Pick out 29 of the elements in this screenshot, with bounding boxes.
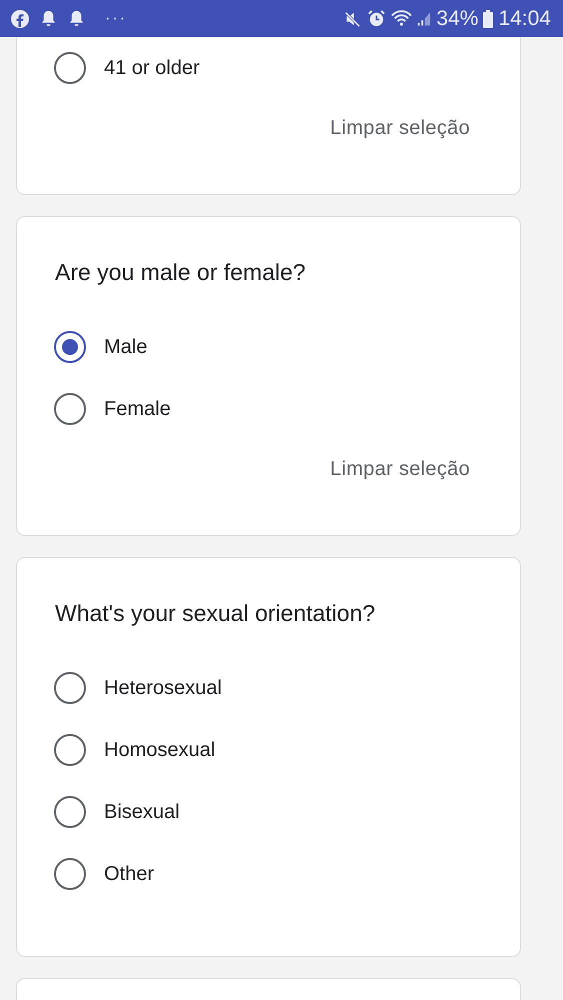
option-label[interactable]: Other: [104, 862, 154, 886]
signal-icon: [417, 10, 432, 27]
radio-button[interactable]: [54, 331, 86, 363]
question-title: What's your sexual orientation?: [54, 599, 376, 628]
radio-button[interactable]: [54, 796, 86, 828]
question-title: Are you male or female?: [54, 258, 307, 287]
option-label[interactable]: Bisexual: [104, 800, 180, 824]
wifi-icon: [391, 9, 412, 28]
option-label[interactable]: Heterosexual: [104, 676, 222, 700]
bell-icon: [67, 9, 86, 28]
bell-icon: [39, 9, 58, 28]
facebook-icon: [10, 8, 30, 28]
alarm-icon: [367, 9, 386, 28]
mute-icon: [344, 10, 362, 28]
option-label[interactable]: Female: [104, 398, 171, 420]
clock-time: 14:04: [498, 6, 551, 30]
radio-button[interactable]: [54, 393, 86, 425]
radio-button[interactable]: [54, 52, 86, 84]
battery-percentage: 34%: [436, 6, 478, 30]
clear-selection-button[interactable]: Limpar seleção: [330, 454, 470, 484]
option-label[interactable]: Male: [104, 336, 148, 358]
option-label[interactable]: 41 or older: [104, 56, 200, 80]
radio-button[interactable]: [54, 858, 86, 890]
clear-selection-button[interactable]: Limpar seleção: [330, 113, 470, 143]
battery-icon: [483, 10, 494, 28]
radio-button[interactable]: [54, 672, 86, 704]
radio-button[interactable]: [54, 734, 86, 766]
more-notifications: ···: [105, 10, 127, 28]
option-label[interactable]: Homosexual: [104, 738, 216, 762]
